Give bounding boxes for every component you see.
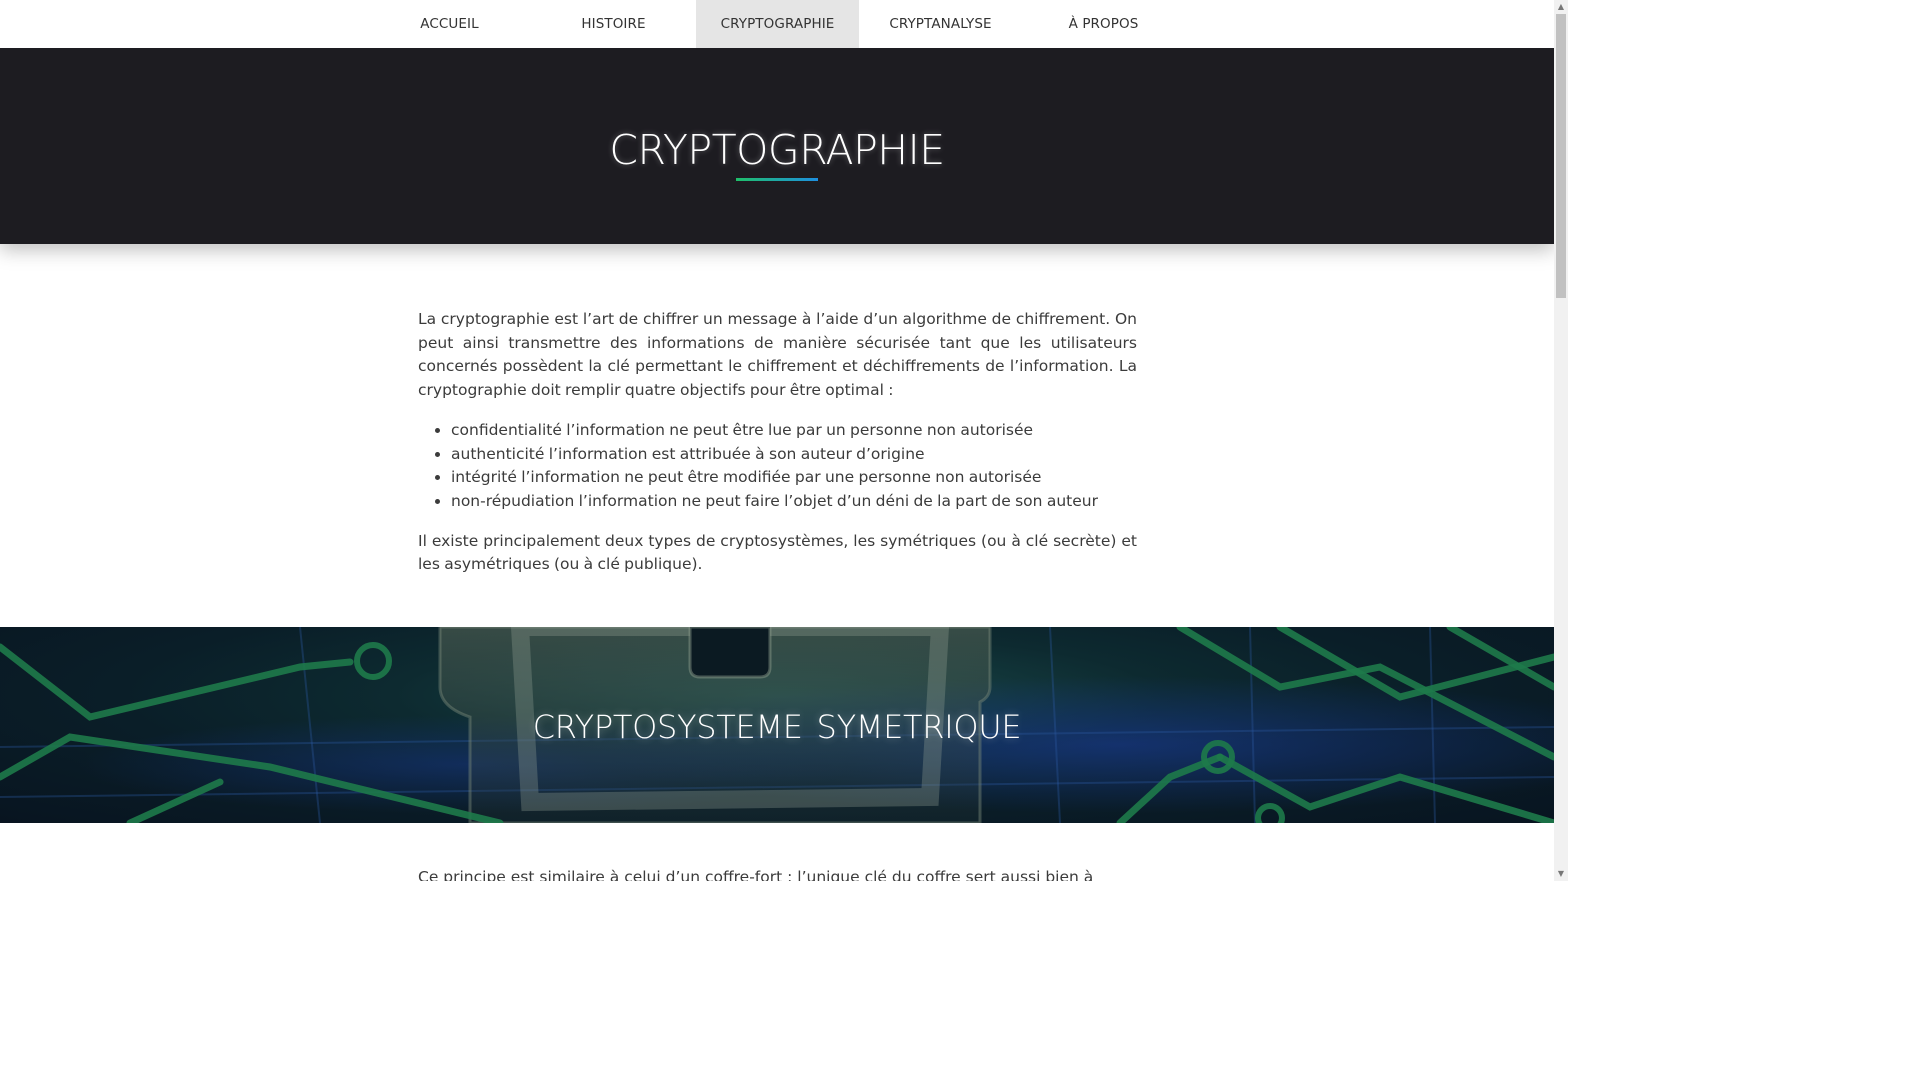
nav-item-cryptographie[interactable]: CRYPTOGRAPHIE [696,0,859,48]
conclusion-paragraph: Il existe principalement deux types de c… [418,531,1137,574]
main-navigation: ACCUEIL HISTOIRE CRYPTOGRAPHIE CRYPTANAL… [0,0,1554,48]
hero-header: CRYPTOGRAPHIE [0,48,1554,244]
list-item: authenticité l’information est attribuée… [451,443,1137,467]
nav-item-a-propos[interactable]: À PROPOS [1022,0,1185,48]
scroll-up-arrow-icon[interactable]: ▲ [1554,0,1568,14]
content-area: ACCUEIL HISTOIRE CRYPTOGRAPHIE CRYPTANAL… [0,0,1554,881]
nav-item-histoire[interactable]: HISTOIRE [532,0,695,48]
list-item: confidentialité l’information ne peut êt… [451,419,1137,443]
page-title: CRYPTOGRAPHIE [609,126,945,174]
list-item: intégrité l’information ne peut être mod… [451,466,1137,490]
scroll-down-arrow-icon[interactable]: ▼ [1554,867,1568,881]
nav-item-cryptanalyse[interactable]: CRYPTANALYSE [859,0,1022,48]
objectives-list: confidentialité l’information ne peut êt… [418,419,1137,514]
scrollbar-thumb[interactable] [1556,14,1566,298]
intro-section: La cryptographie est l’art de chiffrer u… [418,308,1137,577]
section-banner-symmetric: CRYPTOSYSTEME SYMETRIQUE [0,627,1554,823]
title-underline [736,178,818,181]
vertical-scrollbar[interactable]: ▲ ▼ [1554,0,1568,881]
next-section-paragraph: Ce principe est similaire à celui d’un c… [418,868,1094,881]
section-title: CRYPTOSYSTEME SYMETRIQUE [532,708,1022,746]
list-item: non-répudiation l’information ne peut fa… [451,490,1137,514]
nav-item-accueil[interactable]: ACCUEIL [368,0,531,48]
page: ACCUEIL HISTOIRE CRYPTOGRAPHIE CRYPTANAL… [0,0,1568,881]
intro-paragraph: La cryptographie est l’art de chiffrer u… [418,310,1137,400]
